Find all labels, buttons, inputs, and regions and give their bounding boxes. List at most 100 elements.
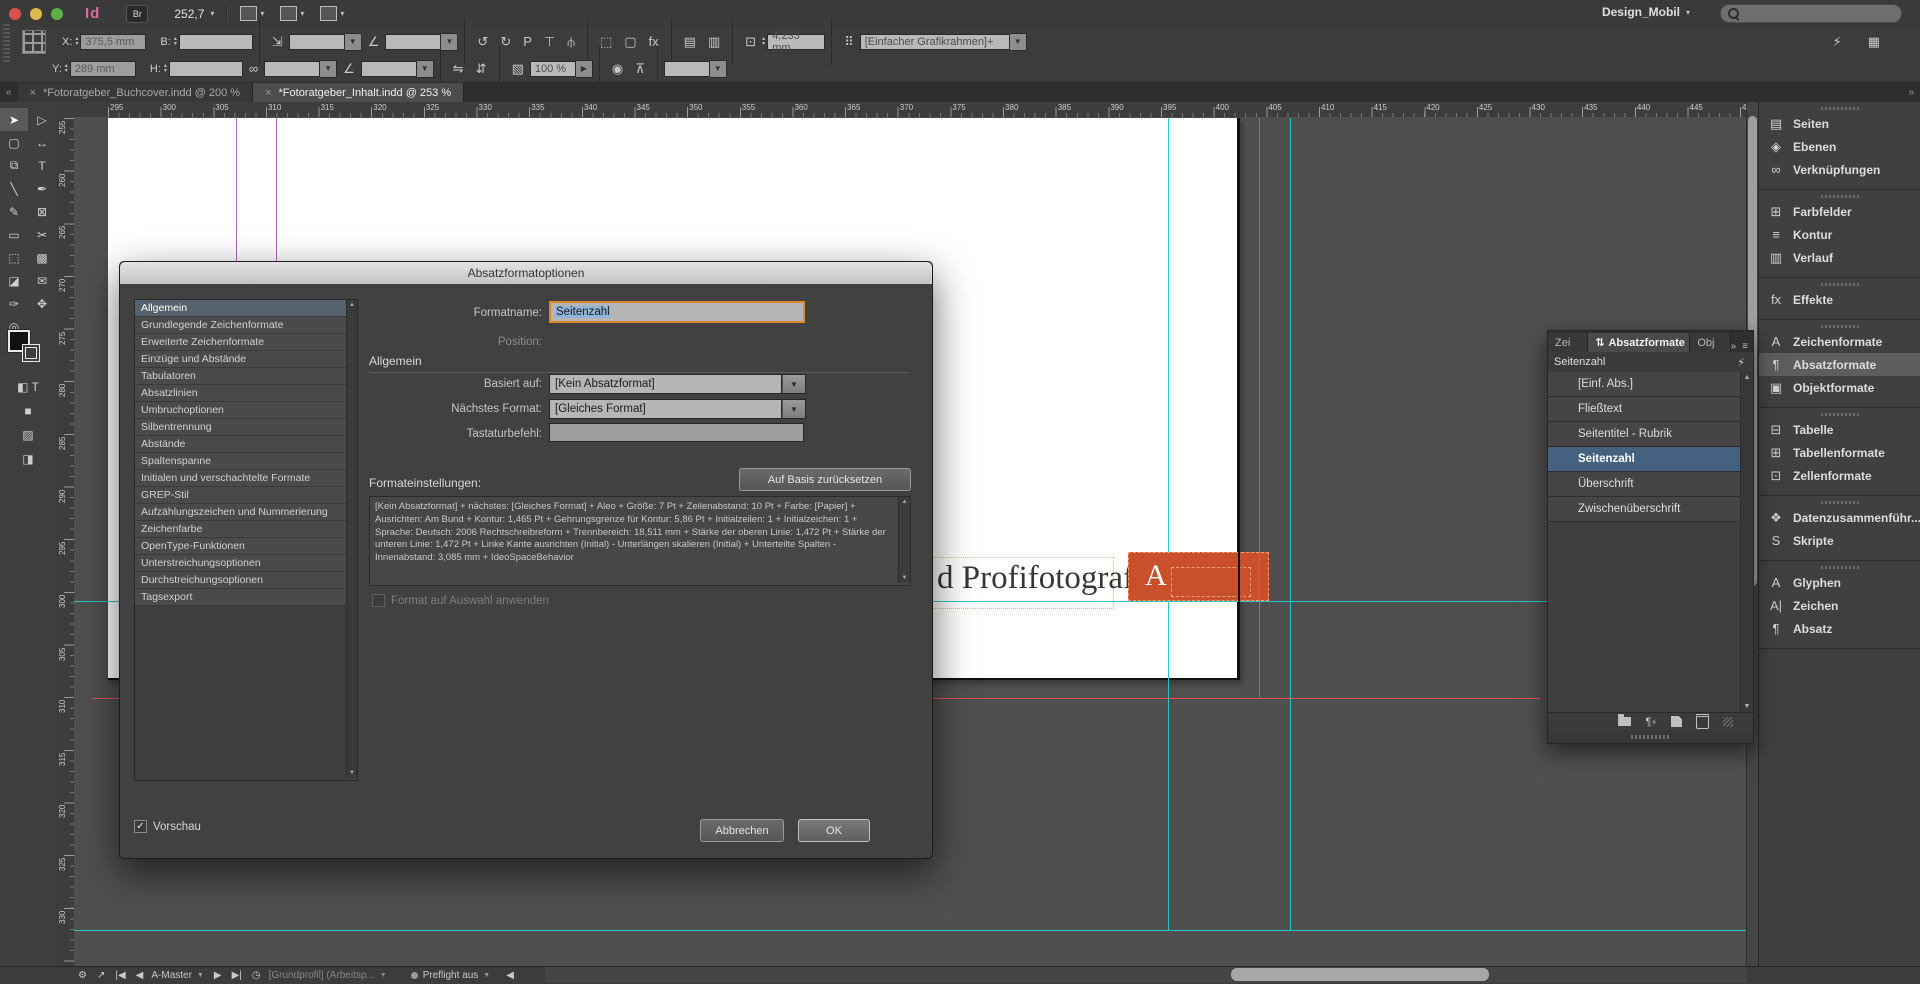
- pencil-tool[interactable]: ✎: [0, 200, 28, 223]
- panel-resize-grip[interactable]: [1723, 717, 1733, 727]
- horizontal-ruler[interactable]: 2953003053103153203253303353403453503553…: [74, 102, 1746, 118]
- ruler-corner[interactable]: [56, 102, 75, 118]
- panel-drag-grip[interactable]: [1548, 730, 1753, 743]
- dialog-section-item[interactable]: Aufzählungszeichen und Nummerierung: [135, 504, 346, 521]
- object-style-dropdown[interactable]: [Einfacher Grafikrahmen]+: [860, 34, 1010, 50]
- scroll-up-icon[interactable]: ▲: [902, 499, 908, 505]
- dialog-section-item[interactable]: Initialen und verschachtelte Formate: [135, 470, 346, 487]
- panel-menu-icon[interactable]: ≡: [1742, 341, 1748, 352]
- dock-item-objektformate[interactable]: ▣Objektformate: [1759, 376, 1920, 399]
- tab-overflow-left-icon[interactable]: «: [0, 87, 18, 98]
- based-on-dropdown[interactable]: [Kein Absatzformat] ▼: [549, 374, 806, 394]
- dock-item-absatzformate[interactable]: ¶Absatzformate: [1759, 353, 1920, 376]
- dropdown-arrow-icon[interactable]: ▼: [782, 399, 806, 419]
- shortcut-input[interactable]: [549, 423, 804, 442]
- dialog-section-item[interactable]: Einzüge und Abstände: [135, 351, 346, 368]
- dock-item-ebenen[interactable]: ◈Ebenen: [1759, 135, 1920, 158]
- dock-item-skripte[interactable]: SSkripte: [1759, 529, 1920, 552]
- dock-item-zeichen[interactable]: A|Zeichen: [1759, 594, 1920, 617]
- horizontal-scrollbar-thumb[interactable]: [1231, 968, 1489, 981]
- shear-dropdown[interactable]: ▼: [417, 60, 434, 78]
- dock-group-grip[interactable]: [1759, 280, 1920, 288]
- y-field[interactable]: 289 mm: [70, 61, 136, 77]
- text-frame[interactable]: d Profifotografen.: [932, 557, 1114, 609]
- export-icon[interactable]: ↗: [97, 970, 105, 981]
- flip-horizontal-icon[interactable]: ⇋: [453, 61, 464, 77]
- next-page-icon[interactable]: ▶: [214, 970, 222, 981]
- object-effects-icon[interactable]: ▢: [624, 34, 636, 50]
- page-number-marker-frame[interactable]: A: [1128, 552, 1269, 601]
- gradient-tool[interactable]: ▩: [28, 246, 56, 269]
- preflight-profile-dropdown[interactable]: [Grundprofil] (Arbeitsp... ▼: [269, 970, 387, 981]
- scale-x-dropdown[interactable]: ▼: [345, 33, 362, 51]
- dialog-section-item[interactable]: Abstände: [135, 436, 346, 453]
- dialog-section-item[interactable]: OpenType-Funktionen: [135, 538, 346, 555]
- stroke-type-dropdown[interactable]: [664, 61, 710, 77]
- clear-overrides-icon[interactable]: ¶⚡: [1645, 716, 1657, 728]
- apply-to-selection-checkbox[interactable]: Format auf Auswahl anwenden: [372, 594, 549, 607]
- control-panel-menu-icon[interactable]: ▦: [1868, 34, 1880, 50]
- scale-y-field[interactable]: [264, 61, 320, 77]
- dialog-section-item[interactable]: Tabulatoren: [135, 368, 346, 385]
- view-options-dropdown[interactable]: ▾: [240, 6, 264, 21]
- screen-mode-button[interactable]: ◨: [0, 452, 56, 466]
- history-icon[interactable]: ◷: [252, 970, 261, 981]
- dock-group-grip[interactable]: [1759, 192, 1920, 200]
- scroll-down-icon[interactable]: ▼: [1744, 703, 1751, 710]
- fill-stroke-swatches[interactable]: [8, 330, 48, 370]
- dock-item-datenzusammenf-hr-[interactable]: ❖Datenzusammenführ...: [1759, 506, 1920, 529]
- dock-item-farbfelder[interactable]: ⊞Farbfelder: [1759, 200, 1920, 223]
- reset-to-base-button[interactable]: Auf Basis zurücksetzen: [739, 468, 911, 491]
- dialog-section-item[interactable]: Grundlegende Zeichenformate: [135, 317, 346, 334]
- shear-field[interactable]: [361, 61, 417, 77]
- dock-item-absatz[interactable]: ¶Absatz: [1759, 617, 1920, 640]
- stroke-swatch[interactable]: [22, 344, 40, 362]
- section-list-scrollbar[interactable]: ▲ ▼: [346, 300, 357, 778]
- tab-object-styles[interactable]: Obj: [1690, 333, 1730, 352]
- wrap-top-icon[interactable]: ◉: [612, 61, 623, 77]
- dock-group-grip[interactable]: [1759, 322, 1920, 330]
- screen-mode-dropdown[interactable]: ▾: [280, 6, 304, 21]
- first-page-icon[interactable]: |◀: [115, 970, 125, 981]
- width-field[interactable]: [179, 34, 253, 50]
- x-stepper[interactable]: ▴▾: [75, 37, 78, 47]
- distribute-icon[interactable]: ⫛: [567, 34, 575, 50]
- preview-checkbox[interactable]: ✓ Vorschau: [134, 820, 201, 833]
- dialog-section-item[interactable]: Umbruchoptionen: [135, 402, 346, 419]
- scale-x-field[interactable]: [289, 34, 345, 50]
- dialog-section-item[interactable]: Absatzlinien: [135, 385, 346, 402]
- dock-group-grip[interactable]: [1759, 563, 1920, 571]
- horizontal-scrollbar[interactable]: [545, 967, 1746, 983]
- rotation-dropdown[interactable]: ▼: [441, 33, 458, 51]
- scroll-up-icon[interactable]: ▲: [1744, 374, 1751, 381]
- gradient-feather-tool[interactable]: ◪: [0, 269, 28, 292]
- page-tool[interactable]: ▢: [0, 131, 28, 154]
- dialog-title-bar[interactable]: Absatzformatoptionen: [120, 262, 932, 284]
- hand-tool[interactable]: ✥: [28, 292, 56, 315]
- scroll-left-icon[interactable]: ◀: [506, 970, 514, 981]
- scroll-down-icon[interactable]: ▼: [349, 770, 355, 776]
- dock-item-seiten[interactable]: ▤Seiten: [1759, 112, 1920, 135]
- rectangle-tool[interactable]: ▭: [0, 223, 28, 246]
- ruler-guide-vertical[interactable]: [1290, 118, 1291, 930]
- styles-scrollbar[interactable]: ▲ ▼: [1740, 372, 1753, 712]
- x-field[interactable]: 375,5 mm: [80, 34, 146, 50]
- page-select-dropdown[interactable]: A-Master ▼: [151, 970, 204, 981]
- height-field[interactable]: [169, 61, 243, 77]
- format-name-input[interactable]: Seitenzahl: [549, 301, 805, 323]
- formatting-affects-text-icon[interactable]: T: [32, 380, 39, 394]
- dialog-section-item[interactable]: Spaltenspanne: [135, 453, 346, 470]
- window-minimize-button[interactable]: [30, 8, 42, 20]
- tab-close-icon[interactable]: ×: [265, 87, 271, 99]
- drop-shadow-icon[interactable]: ⬚: [600, 34, 612, 50]
- width-stepper[interactable]: ▴▾: [174, 37, 177, 47]
- preflight-options-icon[interactable]: ⚙: [78, 970, 87, 981]
- tab-character-styles[interactable]: Zei: [1548, 333, 1588, 352]
- dropdown-arrow-icon[interactable]: ▼: [782, 374, 806, 394]
- style-list-item[interactable]: Seitentitel - Rubrik: [1548, 422, 1741, 447]
- rotate-ccw-icon[interactable]: ↺: [477, 34, 488, 50]
- search-input[interactable]: [1720, 4, 1902, 23]
- wrap-around-icon[interactable]: ▥: [708, 34, 720, 50]
- dialog-section-item[interactable]: Tagsexport: [135, 589, 346, 606]
- dock-item-kontur[interactable]: ≡Kontur: [1759, 223, 1920, 246]
